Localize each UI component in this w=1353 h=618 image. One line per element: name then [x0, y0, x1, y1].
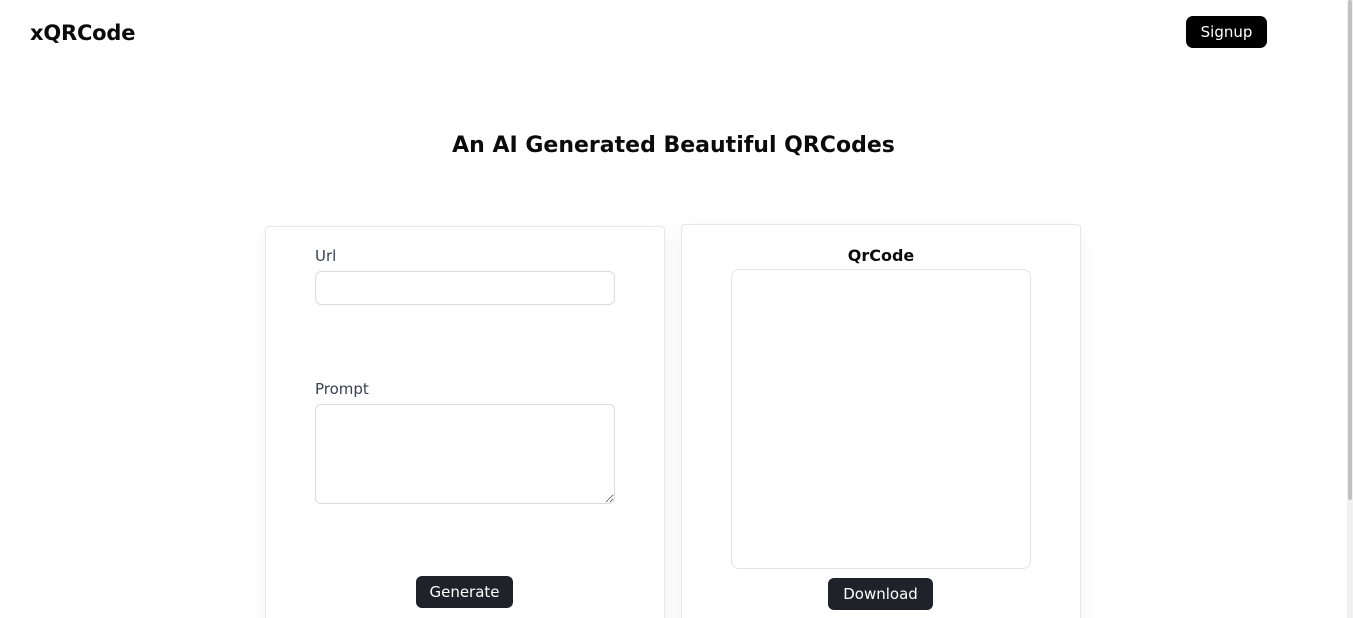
brand-logo[interactable]: xQRCode — [30, 20, 135, 46]
qr-output-card: QrCode Download — [681, 224, 1081, 618]
page: xQRCode Signup An AI Generated Beautiful… — [0, 0, 1353, 618]
qr-form-card: Url Prompt Generate — [265, 226, 665, 618]
qr-code-display — [731, 269, 1031, 569]
page-title: An AI Generated Beautiful QRCodes — [452, 133, 895, 158]
url-label: Url — [315, 247, 337, 265]
page-scrollbar[interactable] — [1347, 0, 1353, 618]
prompt-label: Prompt — [315, 380, 369, 398]
generate-button[interactable]: Generate — [416, 576, 513, 608]
url-input[interactable] — [315, 271, 615, 305]
scrollbar-thumb[interactable] — [1348, 0, 1352, 500]
download-button[interactable]: Download — [828, 578, 933, 610]
qr-title: QrCode — [847, 246, 915, 265]
signup-button[interactable]: Signup — [1186, 16, 1267, 48]
top-nav: xQRCode Signup — [0, 0, 1347, 66]
prompt-textarea[interactable] — [315, 404, 615, 504]
